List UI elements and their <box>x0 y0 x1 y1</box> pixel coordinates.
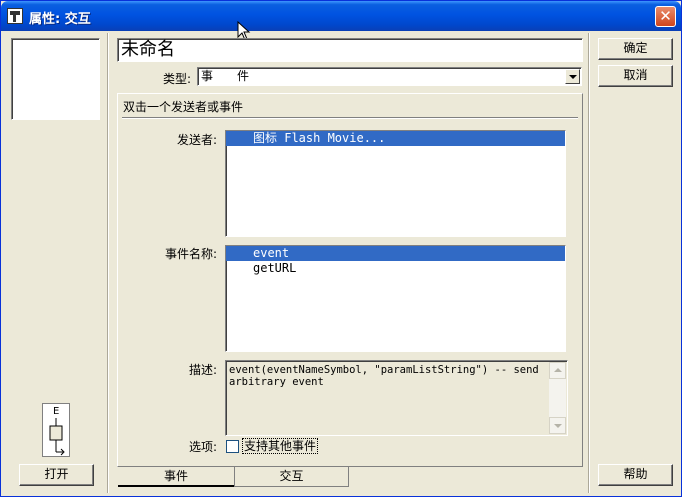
name-field[interactable]: 未命名 <box>117 38 583 62</box>
event-flow-graphic <box>49 418 65 456</box>
tab-interaction[interactable]: 交互 <box>234 467 349 487</box>
scroll-down-icon[interactable] <box>549 417 566 434</box>
event-item[interactable]: getURL <box>226 261 565 276</box>
app-icon <box>7 8 23 24</box>
tab-events[interactable]: 事件 <box>118 467 234 487</box>
sender-label: 发送者: <box>176 133 217 147</box>
type-select-value: 事 件 <box>201 69 250 83</box>
type-select[interactable]: 事 件 <box>197 67 582 86</box>
support-other-events-label[interactable]: 支持其他事件 <box>242 438 319 454</box>
properties-dialog: 属性: 交互 ✕ 未命名 类型: 事 件 确定 取消 帮助 打开 E 双击一个发… <box>0 0 682 497</box>
open-button[interactable]: 打开 <box>19 464 94 486</box>
description-text: event(eventNameSymbol, "paramListString"… <box>229 364 539 388</box>
event-flow-icon: E <box>42 403 70 457</box>
event-name-label: 事件名称: <box>164 247 217 261</box>
description-label: 描述: <box>188 363 217 377</box>
sender-list[interactable]: 图标 Flash Movie... <box>225 130 566 237</box>
icon-preview <box>11 38 100 120</box>
cancel-button[interactable]: 取消 <box>598 65 673 87</box>
right-divider <box>588 33 590 493</box>
description-box[interactable]: event(eventNameSymbol, "paramListString"… <box>225 360 568 436</box>
sender-item[interactable]: 图标 Flash Movie... <box>226 131 565 146</box>
event-item[interactable]: event <box>226 246 565 261</box>
ok-button[interactable]: 确定 <box>598 38 673 60</box>
description-scrollbar[interactable] <box>549 362 566 434</box>
chevron-down-icon[interactable] <box>565 69 580 84</box>
type-label: 类型: <box>162 72 191 86</box>
close-icon: ✕ <box>659 7 672 25</box>
event-list[interactable]: event getURL <box>225 245 566 352</box>
help-button[interactable]: 帮助 <box>598 464 673 486</box>
window-title: 属性: 交互 <box>29 12 91 27</box>
panel-header: 双击一个发送者或事件 <box>123 100 244 114</box>
support-other-events-checkbox[interactable] <box>226 440 239 453</box>
close-button[interactable]: ✕ <box>655 6 676 27</box>
left-divider <box>107 33 109 493</box>
options-label: 选项: <box>188 440 217 454</box>
panel-divider <box>122 117 578 119</box>
scroll-up-icon[interactable] <box>549 362 566 379</box>
title-bar[interactable]: 属性: 交互 ✕ <box>1 1 681 31</box>
